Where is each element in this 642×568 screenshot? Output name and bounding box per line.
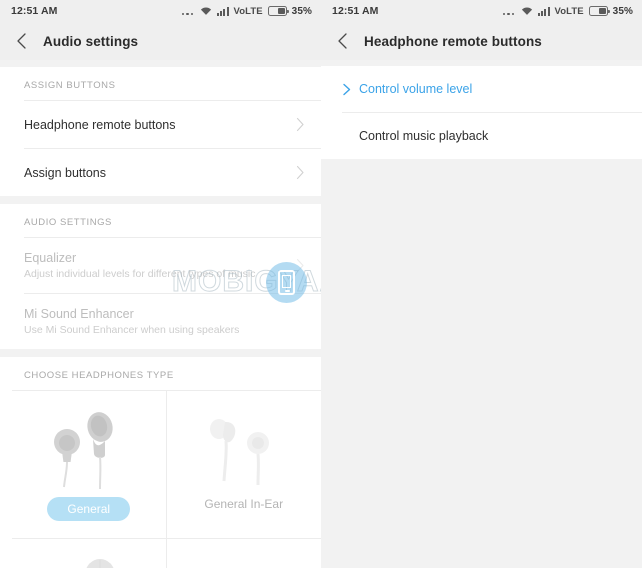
battery-percent-label: 35% — [291, 5, 312, 17]
list-item-assign-buttons[interactable]: Assign buttons — [0, 149, 321, 196]
option-label: Control volume level — [359, 82, 473, 96]
inear-pair-light-icon — [192, 555, 296, 568]
section-header-choose-headphones-type: CHOOSE HEADPHONES TYPE — [0, 357, 321, 390]
dual-screenshot-container: 12:51 AM VoLTE 35% Audio settings ASSIGN — [0, 0, 642, 568]
list-item-subtitle: Use Mi Sound Enhancer when using speaker… — [24, 323, 240, 336]
list-item-title: Headphone remote buttons — [24, 117, 176, 132]
chevron-right-icon — [343, 83, 351, 95]
page-title: Headphone remote buttons — [364, 33, 542, 49]
status-bar-left: 12:51 AM VoLTE 35% — [0, 0, 321, 22]
status-icons-group: VoLTE 35% — [502, 5, 633, 17]
battery-icon — [267, 6, 289, 16]
left-phone-screen: 12:51 AM VoLTE 35% Audio settings ASSIGN — [0, 0, 321, 568]
section-choose-headphones-type: CHOOSE HEADPHONES TYPE General General I… — [0, 357, 321, 568]
section-audio-settings: AUDIO SETTINGS Equalizer Adjust individu… — [0, 204, 321, 349]
app-header-right: Headphone remote buttons — [321, 22, 642, 60]
battery-percent-label: 35% — [612, 5, 633, 17]
section-gap — [0, 196, 321, 204]
option-control-music-playback[interactable]: Control music playback — [321, 113, 642, 159]
chevron-right-icon — [296, 165, 304, 180]
section-gap — [0, 60, 321, 67]
status-icons-group: VoLTE 35% — [181, 5, 312, 17]
list-item-mi-sound-enhancer[interactable]: Mi Sound Enhancer Use Mi Sound Enhancer … — [0, 294, 321, 349]
section-header-assign-buttons: ASSIGN BUTTONS — [0, 67, 321, 100]
earbud-pair-light-icon — [86, 559, 114, 568]
headphone-type-label: General In-Ear — [204, 497, 284, 511]
remote-button-options-list: Control volume level Control music playb… — [321, 66, 642, 159]
battery-icon — [588, 6, 610, 16]
section-assign-buttons: ASSIGN BUTTONS Headphone remote buttons … — [0, 67, 321, 196]
headphone-type-option-general[interactable]: General — [12, 391, 167, 539]
inear-pair-icon — [209, 419, 269, 486]
right-phone-screen: 12:51 AM VoLTE 35% Headphone remote butt… — [321, 0, 642, 568]
chevron-right-icon — [296, 117, 304, 132]
volte-icon: VoLTE — [554, 5, 584, 17]
back-chevron-icon[interactable] — [334, 32, 352, 50]
headphone-type-label: General — [47, 497, 131, 521]
back-chevron-icon[interactable] — [13, 32, 31, 50]
status-clock: 12:51 AM — [11, 5, 58, 17]
page-title: Audio settings — [43, 33, 139, 49]
list-item-title: Equalizer — [24, 250, 77, 265]
volte-icon: VoLTE — [233, 5, 263, 17]
headphone-type-option-4[interactable] — [167, 539, 322, 568]
section-header-audio-settings: AUDIO SETTINGS — [0, 204, 321, 237]
list-item-title: Mi Sound Enhancer — [24, 306, 134, 321]
more-dots-icon — [502, 6, 516, 16]
more-dots-icon — [181, 6, 195, 16]
chevron-right-icon — [296, 258, 304, 273]
earbud-pair-icon — [53, 412, 113, 490]
list-item-headphone-remote-buttons[interactable]: Headphone remote buttons — [0, 101, 321, 148]
app-header-left: Audio settings — [0, 22, 321, 60]
list-item-equalizer[interactable]: Equalizer Adjust individual levels for d… — [0, 238, 321, 293]
headphone-type-option-general-in-ear[interactable]: General In-Ear — [166, 391, 321, 539]
wifi-icon — [200, 7, 212, 15]
headphone-type-option-3[interactable] — [12, 539, 167, 568]
headphone-type-grid: General General In-Ear — [12, 390, 321, 568]
cellular-signal-icon — [537, 6, 550, 16]
status-clock: 12:51 AM — [332, 5, 379, 17]
cellular-signal-icon — [216, 6, 229, 16]
option-control-volume-level[interactable]: Control volume level — [321, 66, 642, 112]
section-gap — [0, 349, 321, 357]
status-bar-right: 12:51 AM VoLTE 35% — [321, 0, 642, 22]
list-item-title: Assign buttons — [24, 165, 106, 180]
option-label: Control music playback — [359, 129, 489, 143]
list-item-subtitle: Adjust individual levels for different t… — [24, 267, 256, 280]
wifi-icon — [521, 7, 533, 15]
